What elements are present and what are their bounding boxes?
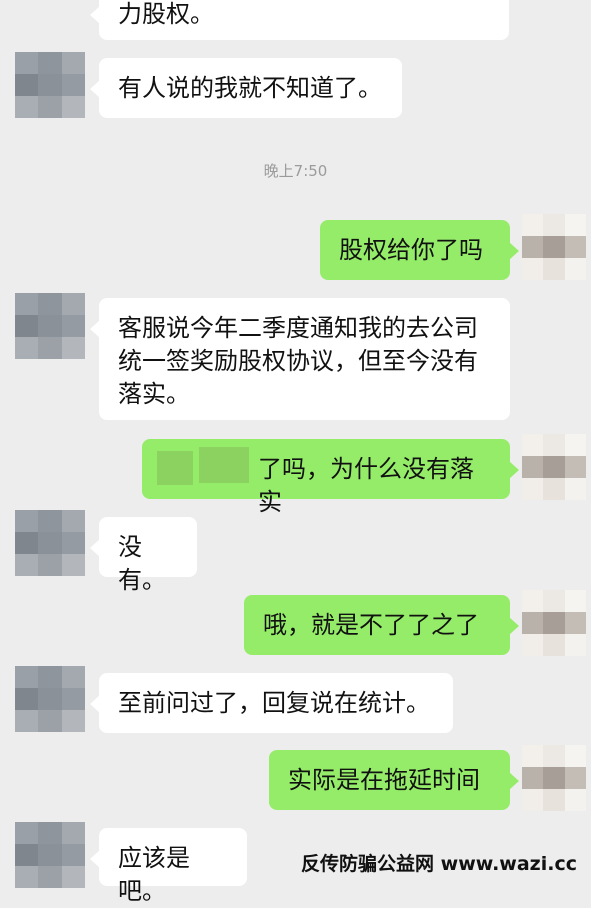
self-avatar[interactable] xyxy=(522,590,586,656)
message-text: 至前问过了，回复说在统计。 xyxy=(118,689,430,717)
contact-avatar[interactable] xyxy=(15,293,85,359)
message-bubble-left[interactable]: 没有。 xyxy=(90,517,197,594)
message-text: 有人说的我就不知道了。 xyxy=(118,74,382,102)
message-text: 了吗，为什么没有落实 xyxy=(258,455,474,516)
message-bubble-right[interactable]: 股权给你了吗 xyxy=(320,220,519,280)
message-text: 哦，就是不了了之了 xyxy=(263,611,479,639)
message-text: 股权给你了吗 xyxy=(339,236,483,264)
self-avatar[interactable] xyxy=(522,745,586,811)
message-bubble-left[interactable]: 至前问过了，回复说在统计。 xyxy=(90,673,453,733)
message-text: 没有。 xyxy=(118,533,166,594)
contact-avatar[interactable] xyxy=(15,666,85,732)
message-bubble-left[interactable]: 客服说今年二季度通知我的去公司统一签奖励股权协议，但至今没有落实。 xyxy=(90,298,510,420)
contact-avatar[interactable] xyxy=(15,822,85,888)
self-avatar[interactable] xyxy=(522,214,586,280)
message-text: 客服说今年二季度通知我的去公司统一签奖励股权协议，但至今没有落实。 xyxy=(118,314,478,408)
message-text: 力股权。 xyxy=(118,0,214,28)
chat-timestamp: 晚上7:50 xyxy=(263,162,328,180)
watermark-text: 反传防骗公益网 www.wazi.cc xyxy=(301,853,577,875)
message-text: 应该是吧。 xyxy=(118,844,190,905)
redacted-text-block xyxy=(199,447,249,483)
message-bubble-left[interactable]: 有人说的我就不知道了。 xyxy=(90,58,402,118)
message-bubble-left[interactable]: 力股权。 xyxy=(90,0,509,40)
contact-avatar[interactable] xyxy=(15,52,85,118)
message-bubble-right[interactable]: 实际是在拖延时间 xyxy=(269,750,519,810)
message-bubble-left[interactable]: 应该是吧。 xyxy=(90,828,247,905)
self-avatar[interactable] xyxy=(522,434,586,500)
redacted-text-block xyxy=(157,451,193,485)
contact-avatar[interactable] xyxy=(15,510,85,576)
message-bubble-right[interactable]: 了吗，为什么没有落实 xyxy=(142,439,519,516)
message-text: 实际是在拖延时间 xyxy=(288,766,480,794)
message-bubble-right[interactable]: 哦，就是不了了之了 xyxy=(244,595,519,655)
